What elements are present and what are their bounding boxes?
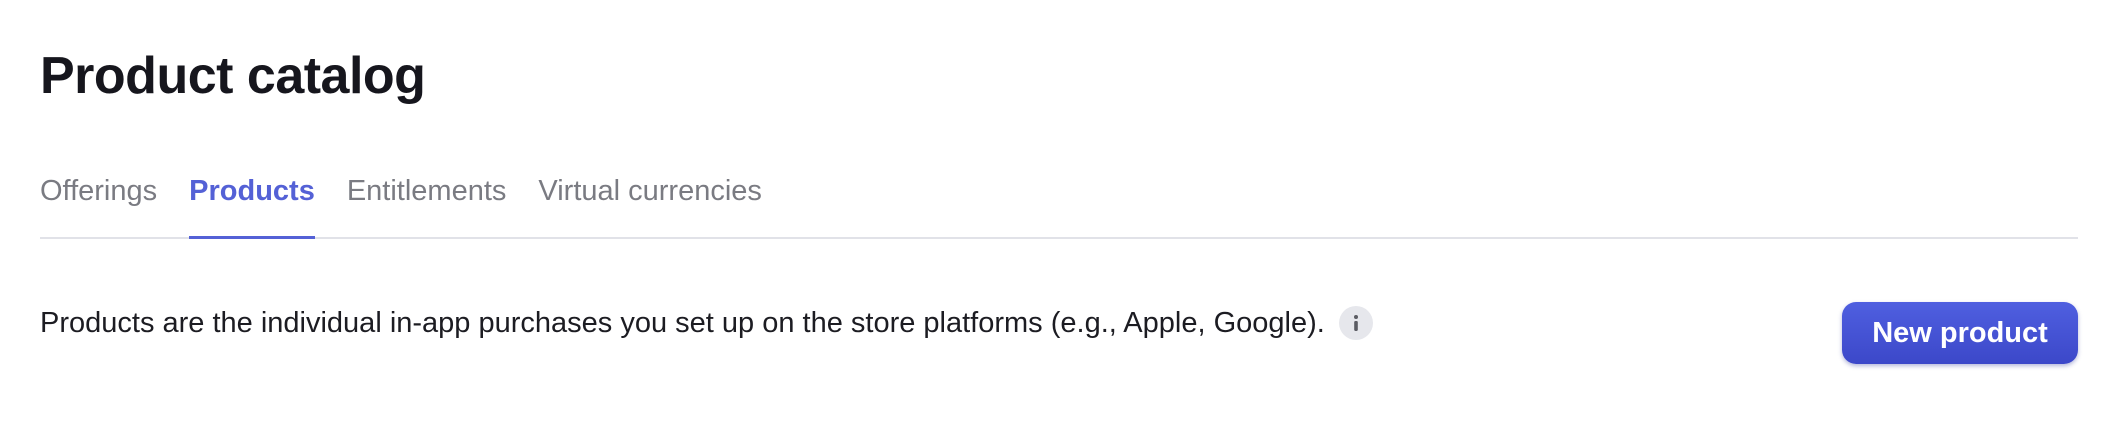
product-catalog-page: Product catalog Offerings Products Entit… <box>0 0 2118 422</box>
products-description: Products are the individual in-app purch… <box>40 307 1325 339</box>
info-icon[interactable] <box>1338 306 1373 340</box>
tab-entitlements[interactable]: Entitlements <box>347 160 507 237</box>
tab-products[interactable]: Products <box>189 160 315 239</box>
products-description-row: Products are the individual in-app purch… <box>40 302 1373 344</box>
tab-offerings[interactable]: Offerings <box>40 160 157 237</box>
info-glyph-icon <box>1353 315 1358 331</box>
new-product-button[interactable]: New product <box>1842 302 2078 364</box>
tab-virtual-currencies[interactable]: Virtual currencies <box>538 160 762 237</box>
page-title: Product catalog <box>40 47 426 105</box>
catalog-tabs: Offerings Products Entitlements Virtual … <box>40 160 2078 239</box>
